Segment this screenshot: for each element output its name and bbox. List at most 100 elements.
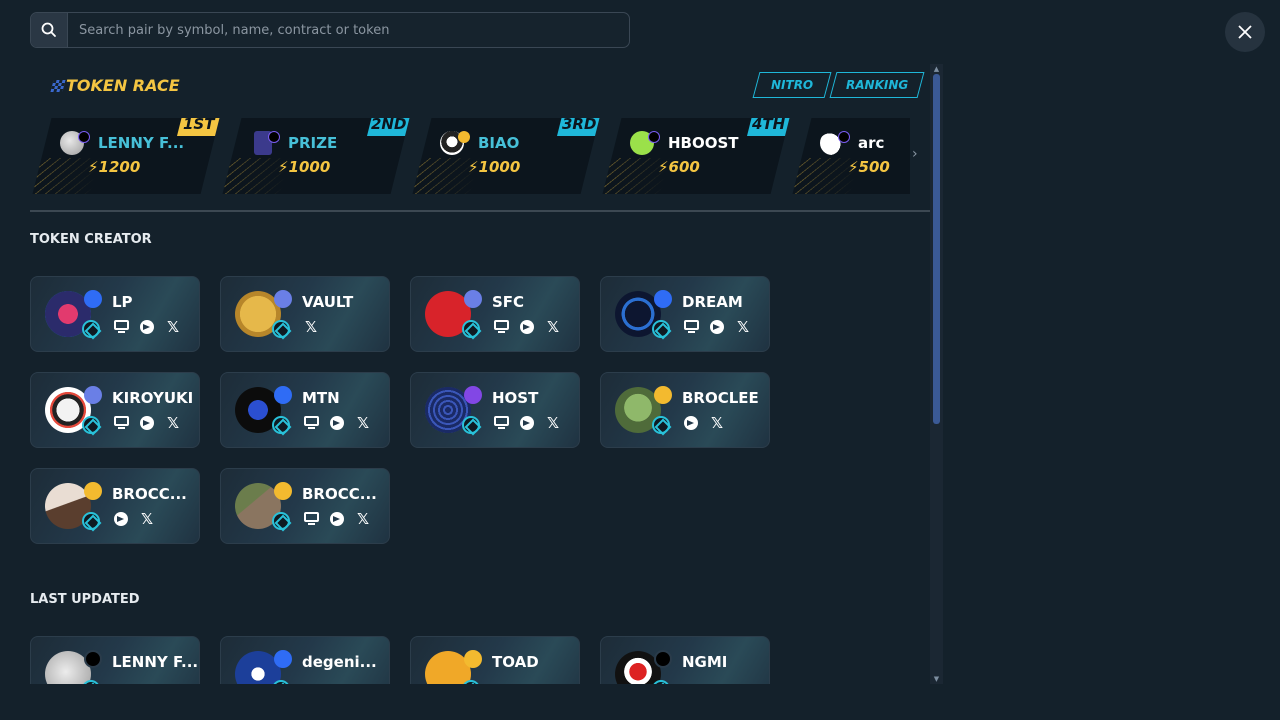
boost-icon: ⚡ bbox=[88, 158, 99, 176]
dex-icon bbox=[82, 416, 100, 434]
token-name: LP bbox=[112, 293, 133, 311]
close-icon bbox=[1238, 25, 1252, 39]
race-score: ⚡1000 bbox=[468, 158, 521, 176]
race-card[interactable]: PRIZE ⚡1000 2ND bbox=[220, 118, 411, 194]
website-icon[interactable] bbox=[493, 319, 509, 335]
telegram-icon[interactable] bbox=[329, 415, 345, 431]
x-icon[interactable]: 𝕏 bbox=[735, 318, 751, 336]
close-button[interactable] bbox=[1225, 12, 1265, 52]
solana-icon bbox=[648, 131, 660, 143]
solana-icon bbox=[654, 650, 672, 668]
token-name: KIROYUKI bbox=[112, 389, 194, 407]
divider bbox=[30, 210, 932, 212]
website-icon[interactable] bbox=[113, 319, 129, 335]
token-card[interactable]: SFC 𝕏 bbox=[410, 276, 580, 352]
token-name: SFC bbox=[492, 293, 525, 311]
token-card[interactable]: BROCC... 𝕏 bbox=[30, 468, 200, 544]
x-icon[interactable]: 𝕏 bbox=[139, 510, 155, 528]
token-name: degeni... bbox=[302, 653, 377, 671]
rank-badge: 4TH bbox=[747, 118, 791, 136]
x-icon[interactable]: 𝕏 bbox=[355, 414, 371, 432]
search-input[interactable] bbox=[68, 13, 629, 47]
x-icon[interactable]: 𝕏 bbox=[165, 318, 181, 336]
website-icon[interactable] bbox=[113, 415, 129, 431]
token-card[interactable]: DREAM 𝕏 bbox=[600, 276, 770, 352]
search-icon[interactable] bbox=[31, 13, 68, 47]
token-name: VAULT bbox=[302, 293, 354, 311]
race-card[interactable]: HBOOST ⚡600 4TH bbox=[600, 118, 791, 194]
x-icon[interactable]: 𝕏 bbox=[355, 510, 371, 528]
scroll-up-icon[interactable]: ▲ bbox=[932, 66, 941, 73]
telegram-icon[interactable] bbox=[139, 319, 155, 335]
scroll-down-icon[interactable]: ▼ bbox=[932, 676, 941, 683]
telegram-icon[interactable] bbox=[683, 415, 699, 431]
dex-icon bbox=[652, 320, 670, 338]
chevron-right-icon[interactable]: › bbox=[912, 146, 918, 162]
token-name: TOAD bbox=[492, 653, 539, 671]
dex-icon bbox=[82, 320, 100, 338]
bnb-icon bbox=[654, 386, 672, 404]
bnb-icon bbox=[84, 482, 102, 500]
scroll-panel: TOKEN RACE NITRO RANKING LENNY F... ⚡120… bbox=[0, 60, 945, 684]
token-name: NGMI bbox=[682, 653, 728, 671]
x-icon[interactable]: 𝕏 bbox=[303, 318, 319, 336]
race-name: PRIZE bbox=[288, 134, 338, 152]
token-card[interactable]: HOST 𝕏 bbox=[410, 372, 580, 448]
bnb-icon bbox=[458, 131, 470, 143]
x-icon[interactable]: 𝕏 bbox=[165, 414, 181, 432]
token-card[interactable]: NGMI bbox=[600, 636, 770, 684]
token-name: MTN bbox=[302, 389, 340, 407]
telegram-icon[interactable] bbox=[113, 511, 129, 527]
telegram-icon[interactable] bbox=[329, 511, 345, 527]
token-card[interactable]: VAULT 𝕏 bbox=[220, 276, 390, 352]
telegram-icon[interactable] bbox=[139, 415, 155, 431]
dex-icon bbox=[462, 320, 480, 338]
ethereum-icon bbox=[464, 290, 482, 308]
race-score: ⚡1000 bbox=[278, 158, 331, 176]
token-card[interactable]: LP 𝕏 bbox=[30, 276, 200, 352]
polygon-icon bbox=[464, 386, 482, 404]
scrollbar[interactable]: ▲ ▼ bbox=[930, 64, 943, 684]
token-card[interactable]: BROCC... 𝕏 bbox=[220, 468, 390, 544]
race-card[interactable]: arc ⚡500 bbox=[790, 118, 910, 194]
race-name: LENNY F... bbox=[98, 134, 185, 152]
tab-nitro[interactable]: NITRO bbox=[752, 72, 832, 98]
race-card[interactable]: LENNY F... ⚡1200 1ST bbox=[30, 118, 221, 194]
race-card[interactable]: BIAO ⚡1000 3RD bbox=[410, 118, 601, 194]
website-icon[interactable] bbox=[683, 319, 699, 335]
token-name: BROCC... bbox=[112, 485, 187, 503]
website-icon[interactable] bbox=[303, 415, 319, 431]
race-name: BIAO bbox=[478, 134, 520, 152]
race-name: arc bbox=[858, 134, 885, 152]
race-score: ⚡600 bbox=[658, 158, 700, 176]
x-icon[interactable]: 𝕏 bbox=[709, 414, 725, 432]
website-icon[interactable] bbox=[303, 511, 319, 527]
rank-badge: 3RD bbox=[557, 118, 601, 136]
race-score: ⚡1200 bbox=[88, 158, 141, 176]
token-card[interactable]: degeni... bbox=[220, 636, 390, 684]
token-card[interactable]: BROCLEE 𝕏 bbox=[600, 372, 770, 448]
website-icon[interactable] bbox=[493, 415, 509, 431]
solana-icon bbox=[838, 131, 850, 143]
token-name: BROCC... bbox=[302, 485, 377, 503]
dex-icon bbox=[272, 512, 290, 530]
telegram-icon[interactable] bbox=[519, 319, 535, 335]
token-card[interactable]: LENNY F... bbox=[30, 636, 200, 684]
base-icon bbox=[84, 290, 102, 308]
telegram-icon[interactable] bbox=[519, 415, 535, 431]
boost-icon: ⚡ bbox=[278, 158, 289, 176]
rank-badge: 2ND bbox=[367, 118, 411, 136]
x-icon[interactable]: 𝕏 bbox=[545, 414, 561, 432]
scrollbar-thumb[interactable] bbox=[933, 74, 940, 424]
tab-ranking[interactable]: RANKING bbox=[829, 72, 925, 98]
x-icon[interactable]: 𝕏 bbox=[545, 318, 561, 336]
ethereum-icon bbox=[84, 386, 102, 404]
token-name: LENNY F... bbox=[112, 653, 199, 671]
token-card[interactable]: TOAD bbox=[410, 636, 580, 684]
bnb-icon bbox=[464, 650, 482, 668]
solana-icon bbox=[78, 131, 90, 143]
token-card[interactable]: KIROYUKI 𝕏 bbox=[30, 372, 200, 448]
token-card[interactable]: MTN 𝕏 bbox=[220, 372, 390, 448]
telegram-icon[interactable] bbox=[709, 319, 725, 335]
dex-icon bbox=[652, 416, 670, 434]
